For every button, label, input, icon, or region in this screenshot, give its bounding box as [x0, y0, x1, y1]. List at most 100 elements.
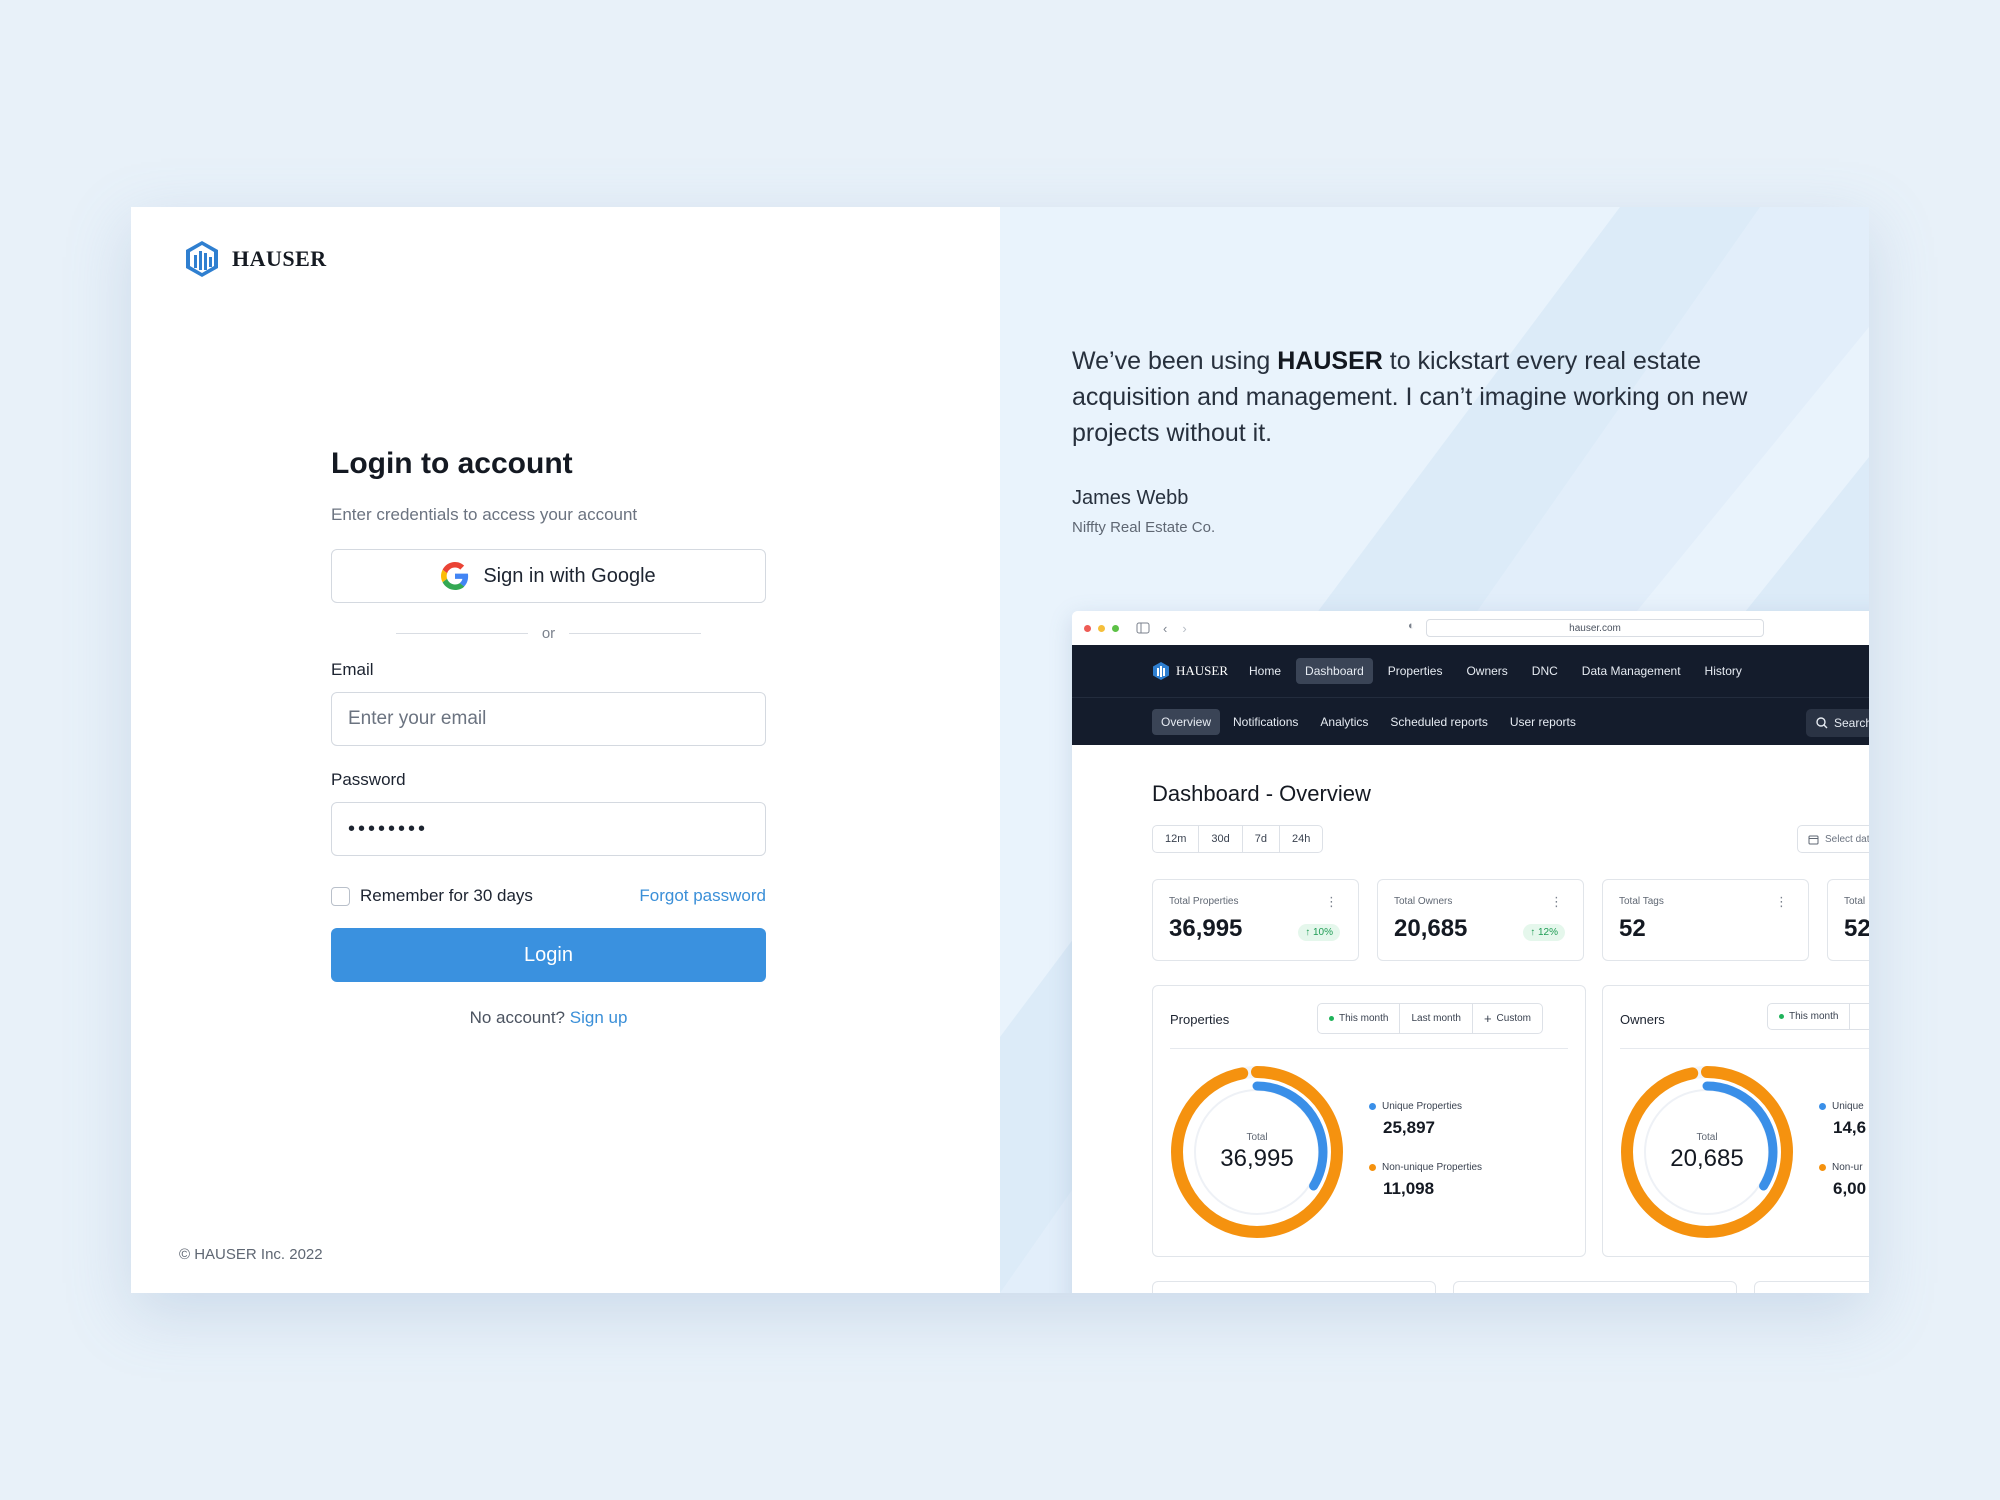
password-field[interactable] — [331, 802, 766, 856]
properties-panel: Properties This month Last month + Custom… — [1152, 985, 1586, 1257]
login-panel: HAUSER Login to account Enter credential… — [131, 207, 1000, 1293]
privacy-shield-icon: ◐ — [1408, 620, 1415, 632]
or-divider: or — [331, 625, 766, 642]
remember-option[interactable]: Remember for 30 days — [331, 886, 533, 906]
tab-partial — [1850, 1004, 1869, 1029]
testimonial-company: Niffty Real Estate Co. — [1072, 519, 1216, 536]
nav-item-dnc: DNC — [1531, 664, 1558, 678]
calendar-icon — [1808, 835, 1819, 844]
legend-label: Unique Properties — [1382, 1101, 1463, 1112]
tab-this-month: This month — [1318, 1004, 1401, 1033]
legend-value: 11,098 — [1383, 1179, 1435, 1198]
range-selector: 12m 30d 7d 24h — [1152, 825, 1324, 853]
legend-value: 14,6 — [1833, 1118, 1867, 1137]
stat-label: Total Tags — [1619, 896, 1664, 907]
login-form: Login to account Enter credentials to ac… — [331, 447, 766, 1028]
dashboard-preview: ‹ › ◐ hauser.com HAUSER Home Dashboard P… — [1072, 611, 1869, 1293]
owners-donut: Total 20,685 — [1621, 1066, 1793, 1238]
tab-label: This month — [1789, 1011, 1839, 1022]
properties-donut: Total 36,995 — [1171, 1066, 1343, 1238]
legend-dot-icon — [1369, 1164, 1376, 1171]
testimonial-author: James Webb — [1072, 487, 1189, 509]
login-card: HAUSER Login to account Enter credential… — [131, 207, 1869, 1293]
legend-value: 6,00 — [1833, 1179, 1867, 1198]
forgot-password-link[interactable]: Forgot password — [639, 886, 766, 906]
range-30d: 30d — [1199, 826, 1243, 852]
legend-label: Non-ur — [1832, 1162, 1863, 1173]
nav-item-owners: Owners — [1466, 664, 1508, 678]
top-nav: HAUSER Home Dashboard Properties Owners … — [1072, 645, 1869, 697]
minimize-dot-icon — [1098, 624, 1105, 632]
back-icon: ‹ — [1163, 620, 1168, 636]
tab-label: This month — [1339, 1013, 1389, 1024]
nav-brand: HAUSER — [1152, 661, 1228, 681]
stat-card-properties: Total Properties 36,995 ⋮ ↑ 10% — [1152, 879, 1359, 961]
nav-item-history: History — [1704, 664, 1742, 678]
legend-dot-icon — [1369, 1103, 1376, 1110]
legend-value: 25,897 — [1383, 1118, 1435, 1137]
tab-custom: + Custom — [1473, 1004, 1542, 1033]
dashboard-body: Dashboard - Overview 12m 30d 7d 24h Sele… — [1072, 745, 1869, 1293]
nav-item-dashboard: Dashboard — [1296, 658, 1373, 684]
search-icon — [1816, 717, 1828, 729]
testimonial-panel: We’ve been using HAUSER to kickstart eve… — [1000, 207, 1869, 1293]
remember-row: Remember for 30 days Forgot password — [331, 886, 766, 906]
period-tabs: This month Last month + Custom — [1317, 1003, 1543, 1034]
divider-line — [395, 633, 528, 634]
tab-this-month: This month — [1768, 1004, 1851, 1029]
dashboard-title: Dashboard - Overview — [1152, 781, 1371, 806]
donut-total-value: 36,995 — [1220, 1145, 1293, 1172]
google-signin-button[interactable]: Sign in with Google — [331, 549, 766, 603]
date-select: Select dates — [1797, 825, 1869, 853]
nav-item-data-management: Data Management — [1581, 664, 1681, 678]
more-icon: ⋮ — [1550, 894, 1563, 909]
tab-label: Custom — [1496, 1013, 1531, 1024]
legend-item-nonunique: Non-unique Properties — [1369, 1162, 1482, 1173]
copyright: © HAUSER Inc. 2022 — [179, 1246, 323, 1263]
remember-label: Remember for 30 days — [360, 886, 533, 905]
sidebar-toggle-icon — [1136, 622, 1150, 634]
panel-title: Properties — [1170, 1012, 1230, 1027]
sub-nav: Overview Notifications Analytics Schedul… — [1072, 697, 1869, 745]
nav-item-home: Home — [1249, 664, 1282, 678]
google-signin-label: Sign in with Google — [483, 564, 656, 587]
subnav-item-notifications: Notifications — [1233, 714, 1299, 729]
login-button[interactable]: Login — [331, 928, 766, 982]
legend-item-unique: Unique — [1819, 1101, 1866, 1112]
change-badge: ↑ 12% — [1523, 924, 1565, 941]
range-12m: 12m — [1153, 826, 1200, 852]
legend-dot-icon — [1819, 1103, 1826, 1110]
address-bar: hauser.com — [1426, 619, 1764, 637]
panel-divider — [1620, 1048, 1869, 1049]
brand-logo[interactable]: HAUSER — [184, 239, 327, 279]
stat-card-extra: Total 52 — [1827, 879, 1869, 961]
subnav-item-user-reports: User reports — [1509, 714, 1576, 729]
email-label: Email — [331, 660, 374, 679]
browser-chrome: ‹ › ◐ hauser.com — [1072, 611, 1869, 645]
bottom-card — [1754, 1281, 1869, 1293]
donut-total-value: 20,685 — [1670, 1145, 1743, 1172]
url-text: hauser.com — [1569, 622, 1621, 634]
legend-label: Non-unique Properties — [1382, 1162, 1483, 1173]
panel-title: Owners — [1620, 1012, 1665, 1027]
nav-item-properties: Properties — [1387, 664, 1443, 678]
range-24h: 24h — [1292, 833, 1311, 845]
more-icon: ⋮ — [1325, 894, 1338, 909]
divider-text: or — [541, 625, 556, 642]
subnav-item-overview: Overview — [1152, 708, 1221, 735]
forward-icon: › — [1182, 620, 1187, 636]
panel-divider — [1170, 1048, 1568, 1049]
active-dot-icon — [1779, 1014, 1784, 1019]
date-select-label: Select dates — [1825, 833, 1869, 845]
remember-checkbox[interactable] — [331, 886, 350, 906]
signup-link[interactable]: Sign up — [570, 1008, 628, 1027]
signup-prompt: No account? Sign up — [331, 1008, 766, 1028]
legend-dot-icon — [1819, 1164, 1826, 1171]
page-title: Login to account — [331, 447, 573, 480]
stat-value: 52 — [1844, 915, 1869, 942]
email-field[interactable] — [331, 692, 766, 746]
properties-legend: Unique Properties 25,897 Non-unique Prop… — [1369, 1101, 1482, 1223]
period-tabs: This month — [1767, 1003, 1869, 1030]
divider-line — [569, 633, 702, 634]
bottom-card — [1453, 1281, 1737, 1293]
